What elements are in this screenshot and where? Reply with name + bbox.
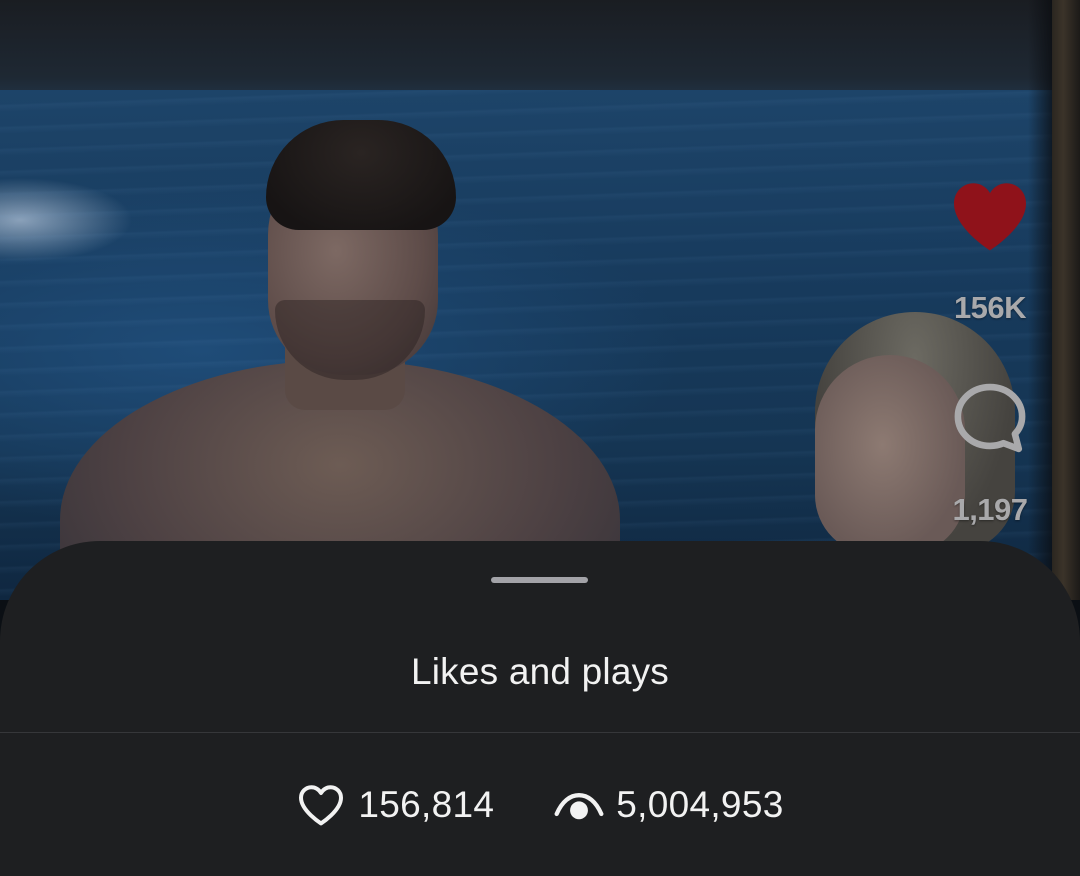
likes-stat: 156,814 <box>296 783 494 827</box>
sheet-title: Likes and plays <box>410 651 670 692</box>
heart-outline-icon <box>296 783 346 827</box>
eye-icon <box>554 783 604 827</box>
plays-count: 5,004,953 <box>616 784 784 825</box>
comment-bubble-icon <box>954 383 1026 453</box>
plays-stat: 5,004,953 <box>554 783 783 827</box>
comment-button[interactable]: 1,197 <box>944 380 1036 528</box>
likes-and-plays-sheet: Likes and plays 156,814 5,004,953 <box>0 541 1080 876</box>
stats-row: 156,814 5,004,953 <box>0 777 1080 833</box>
like-count: 156K <box>953 290 1027 325</box>
divider <box>0 732 1080 733</box>
likes-count: 156,814 <box>358 784 495 825</box>
comment-count: 1,197 <box>952 492 1028 527</box>
device-frame-edge <box>1052 0 1080 600</box>
like-button[interactable]: 156K <box>944 180 1036 326</box>
heart-filled-icon <box>954 183 1026 251</box>
video-player[interactable] <box>0 0 1080 600</box>
sheet-drag-handle[interactable] <box>491 577 588 583</box>
screen: 156K 1,197 Likes and plays 156,814 5,004… <box>0 0 1080 876</box>
